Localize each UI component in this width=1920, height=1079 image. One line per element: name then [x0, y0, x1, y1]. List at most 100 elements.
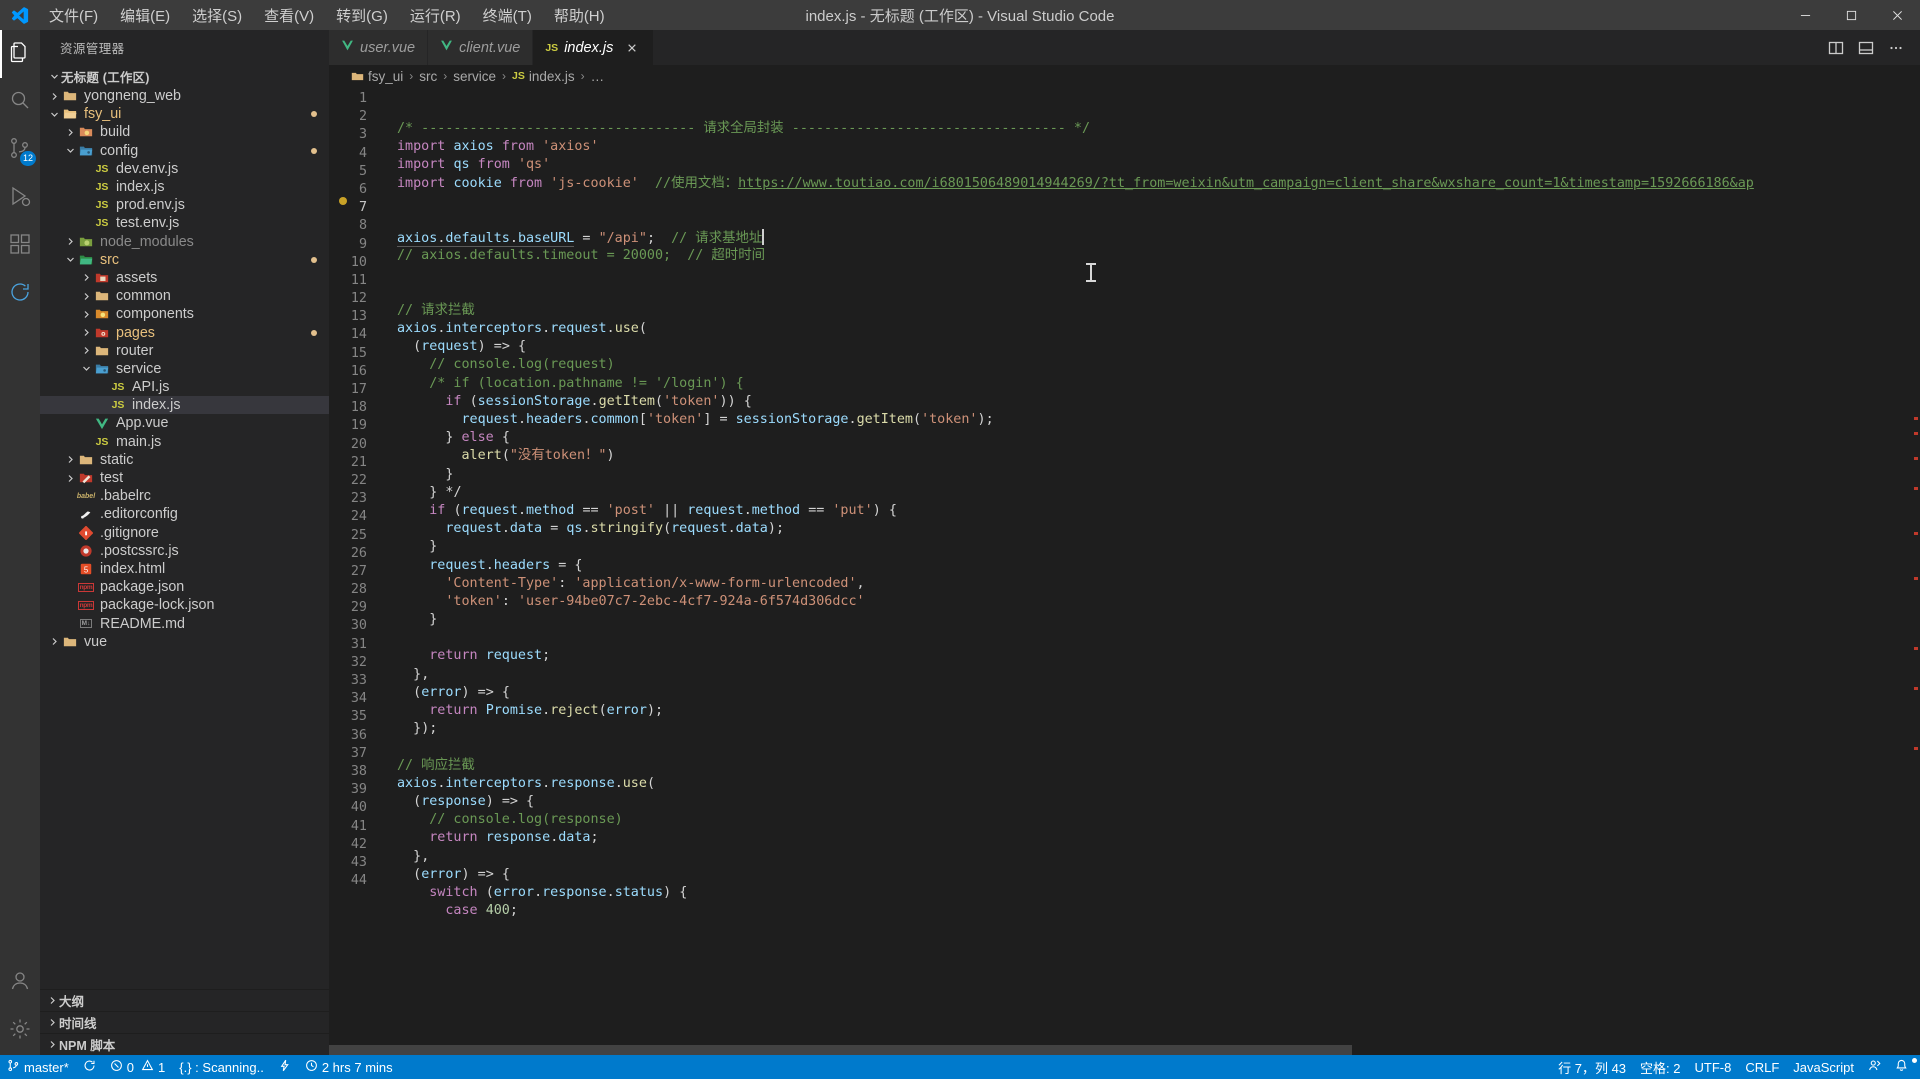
code-line[interactable]: [393, 738, 1920, 756]
chevron-right-icon[interactable]: [48, 637, 61, 646]
tree-item-common[interactable]: common: [40, 287, 329, 305]
code-line[interactable]: import cookie from 'js-cookie' //使用文档：ht…: [393, 175, 1920, 193]
activitybar-item-source-control[interactable]: 12: [0, 126, 40, 174]
tree-item-main-js[interactable]: JS main.js: [40, 433, 329, 451]
menu-go[interactable]: 转到(G): [325, 2, 399, 29]
code-line[interactable]: }: [393, 611, 1920, 629]
code-line[interactable]: // 请求拦截: [393, 302, 1920, 320]
chevron-right-icon[interactable]: [64, 237, 77, 246]
tree-item-prod-env-js[interactable]: JS prod.env.js: [40, 196, 329, 214]
code-line[interactable]: });: [393, 720, 1920, 738]
status-time-tracker[interactable]: 2 hrs 7 mins: [298, 1055, 400, 1079]
maximize-icon[interactable]: [1828, 0, 1874, 30]
status-encoding[interactable]: UTF-8: [1688, 1055, 1739, 1079]
tree-item-package-lock-json[interactable]: npm package-lock.json: [40, 596, 329, 614]
tab-client-vue[interactable]: client.vue: [428, 30, 534, 65]
tree-item-config[interactable]: config: [40, 142, 329, 160]
tree-item-static[interactable]: static: [40, 451, 329, 469]
code-line[interactable]: if (sessionStorage.getItem('token')) {: [393, 393, 1920, 411]
window-controls[interactable]: [1782, 0, 1920, 30]
code-line[interactable]: [393, 284, 1920, 302]
tree-item-vue[interactable]: vue: [40, 633, 329, 651]
code-line[interactable]: /* ---------------------------------- 请求…: [393, 120, 1920, 138]
chevron-right-icon[interactable]: [80, 346, 93, 355]
horizontal-scrollbar[interactable]: [329, 1045, 1906, 1055]
code-line[interactable]: request.data = qs.stringify(request.data…: [393, 520, 1920, 538]
tree-item--editorconfig[interactable]: .editorconfig: [40, 505, 329, 523]
tree-item-fsy-ui[interactable]: fsy_ui: [40, 105, 329, 123]
breadcrumb-item-file[interactable]: JS index.js: [512, 69, 575, 84]
tree-item-pages[interactable]: pages: [40, 323, 329, 341]
chevron-right-icon[interactable]: [64, 128, 77, 137]
status-sync[interactable]: [76, 1055, 103, 1079]
status-problems[interactable]: 0 1: [103, 1055, 172, 1079]
breadcrumb[interactable]: fsy_ui › src › service › JS index.js › …: [329, 65, 1920, 87]
tree-item-components[interactable]: components: [40, 305, 329, 323]
activitybar-item-explorer[interactable]: [0, 30, 40, 78]
status-cursor-position[interactable]: 行 7，列 43: [1551, 1055, 1633, 1079]
ellipsis-icon[interactable]: [1884, 36, 1908, 60]
breakpoint-glyph-icon[interactable]: [339, 197, 347, 205]
chevron-down-icon[interactable]: [48, 110, 61, 119]
breadcrumb-item-symbols[interactable]: …: [591, 69, 605, 84]
code-line[interactable]: // console.log(response): [393, 811, 1920, 829]
tree-item-package-json[interactable]: npm package.json: [40, 578, 329, 596]
chevron-down-icon[interactable]: [64, 146, 77, 155]
code-line[interactable]: (response) => {: [393, 793, 1920, 811]
breadcrumb-item-service[interactable]: service: [453, 69, 496, 84]
overview-ruler[interactable]: [1906, 87, 1920, 1055]
code-line[interactable]: request.headers.common['token'] = sessio…: [393, 411, 1920, 429]
activitybar-item-search[interactable]: [0, 78, 40, 126]
code-line[interactable]: axios.defaults.baseURL = "/api"; // 请求基地…: [393, 229, 1920, 248]
code-line[interactable]: case 400;: [393, 902, 1920, 920]
code-line[interactable]: axios.interceptors.request.use(: [393, 320, 1920, 338]
chevron-down-icon[interactable]: [80, 364, 93, 373]
status-feedback[interactable]: [1861, 1055, 1888, 1079]
menu-edit[interactable]: 编辑(E): [109, 2, 181, 29]
breadcrumb-item-src[interactable]: src: [419, 69, 437, 84]
tree-item-index-js[interactable]: JS index.js: [40, 178, 329, 196]
menu-terminal[interactable]: 终端(T): [472, 2, 543, 29]
status-live-share[interactable]: [271, 1055, 298, 1079]
sidebar-section-outline[interactable]: 大纲: [40, 989, 329, 1011]
code-line[interactable]: /* if (location.pathname != '/login') {: [393, 375, 1920, 393]
tree-item--babelrc[interactable]: babel .babelrc: [40, 487, 329, 505]
tree-item-src[interactable]: src: [40, 251, 329, 269]
status-indentation[interactable]: 空格: 2: [1633, 1055, 1687, 1079]
code-line[interactable]: return response.data;: [393, 829, 1920, 847]
activitybar-item-settings[interactable]: [0, 1007, 40, 1055]
code-line[interactable]: axios.interceptors.response.use(: [393, 775, 1920, 793]
chevron-right-icon[interactable]: [64, 455, 77, 464]
close-icon[interactable]: [623, 39, 641, 57]
status-branch[interactable]: master*: [0, 1055, 76, 1079]
tree-item-yongneng-web[interactable]: yongneng_web: [40, 87, 329, 105]
code-line[interactable]: import axios from 'axios': [393, 138, 1920, 156]
status-tslint[interactable]: {.} : Scanning..: [172, 1055, 271, 1079]
code-line[interactable]: },: [393, 666, 1920, 684]
chevron-right-icon[interactable]: [64, 474, 77, 483]
tree-item-assets[interactable]: assets: [40, 269, 329, 287]
code-line[interactable]: request.headers = {: [393, 557, 1920, 575]
tree-item-index-html[interactable]: 5 index.html: [40, 560, 329, 578]
code-line[interactable]: alert("没有token！"): [393, 447, 1920, 465]
tab-index-js[interactable]: JS index.js: [533, 30, 655, 65]
code-line[interactable]: [393, 193, 1920, 211]
chevron-right-icon[interactable]: [80, 292, 93, 301]
code-line[interactable]: if (request.method == 'post' || request.…: [393, 502, 1920, 520]
menu-file[interactable]: 文件(F): [38, 2, 109, 29]
code-line[interactable]: (error) => {: [393, 866, 1920, 884]
tree-item-app-vue[interactable]: App.vue: [40, 414, 329, 432]
chevron-right-icon[interactable]: [80, 310, 93, 319]
activitybar-item-run-and-debug[interactable]: [0, 174, 40, 222]
menu-help[interactable]: 帮助(H): [543, 2, 616, 29]
tree-item--gitignore[interactable]: .gitignore: [40, 524, 329, 542]
code-line[interactable]: switch (error.response.status) {: [393, 884, 1920, 902]
activitybar-item-sync[interactable]: [0, 270, 40, 318]
code-line[interactable]: import qs from 'qs': [393, 156, 1920, 174]
tree-item-node-modules[interactable]: node_modules: [40, 233, 329, 251]
code-editor[interactable]: 1 2 3 4 5 6 7 8 9 10 11 12 13 14 15 16 17 18 19 20 21 22 23 24 2…: [329, 87, 1920, 1055]
tree-item-api-js[interactable]: JS API.js: [40, 378, 329, 396]
code-line[interactable]: (error) => {: [393, 684, 1920, 702]
status-eol[interactable]: CRLF: [1738, 1055, 1786, 1079]
code-line[interactable]: (request) => {: [393, 338, 1920, 356]
